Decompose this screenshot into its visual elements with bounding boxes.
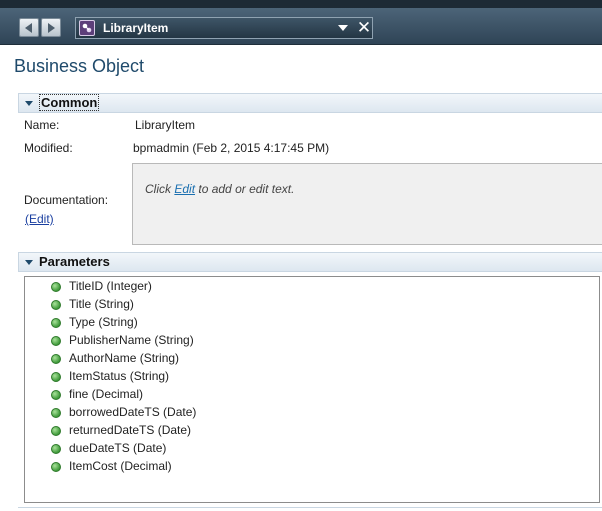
section-divider [18, 507, 602, 508]
parameter-item[interactable]: AuthorName (String) [25, 350, 425, 368]
parameter-item[interactable]: PublisherName (String) [25, 332, 425, 350]
parameter-status-icon [51, 462, 61, 472]
parameter-item[interactable]: fine (Decimal) [25, 386, 425, 404]
parameters-section-header[interactable]: Parameters [18, 252, 602, 272]
parameter-status-icon [51, 336, 61, 346]
page-title: Business Object [14, 56, 145, 76]
documentation-placeholder-suffix: to add or edit text. [195, 182, 295, 196]
common-section-header[interactable]: Common [18, 93, 602, 113]
documentation-placeholder-prefix: Click [145, 182, 175, 196]
parameters-list-box[interactable]: TitleID (Integer) Title (String) Type (S… [24, 276, 600, 503]
parameter-item[interactable]: ItemCost (Decimal) [25, 458, 425, 476]
parameter-status-icon [51, 354, 61, 364]
parameter-label: PublisherName (String) [69, 333, 194, 347]
modified-value: bpmadmin (Feb 2, 2015 4:17:45 PM) [133, 141, 330, 155]
parameter-item[interactable]: Type (String) [25, 314, 425, 332]
collapse-triangle-icon[interactable] [25, 260, 33, 265]
parameter-status-icon [51, 426, 61, 436]
documentation-placeholder: Click Edit to add or edit text. [145, 182, 294, 196]
forward-button[interactable] [41, 18, 61, 37]
parameter-item[interactable]: TitleID (Integer) [25, 278, 425, 296]
object-selector[interactable]: LibraryItem ✕ [75, 17, 373, 39]
documentation-inline-edit-link[interactable]: Edit [174, 182, 195, 196]
documentation-box[interactable]: Click Edit to add or edit text. [132, 163, 602, 245]
parameter-label: ItemStatus (String) [69, 369, 170, 383]
selected-object-label: LibraryItem [103, 21, 169, 35]
name-label: Name: [24, 118, 60, 132]
parameter-label: borrowedDateTS (Date) [69, 405, 197, 419]
parameter-item[interactable]: Title (String) [25, 296, 425, 314]
parameter-status-icon [51, 390, 61, 400]
modified-label: Modified: [24, 141, 73, 155]
parameters-section-title: Parameters [39, 254, 110, 269]
name-value: LibraryItem [135, 118, 196, 132]
parameter-status-icon [51, 318, 61, 328]
parameter-status-icon [51, 282, 61, 292]
parameter-label: AuthorName (String) [69, 351, 180, 365]
parameter-label: dueDateTS (Date) [69, 441, 167, 455]
parameter-status-icon [51, 408, 61, 418]
back-button[interactable] [19, 18, 39, 37]
common-section-title: Common [39, 94, 100, 111]
right-arrow-icon [48, 23, 55, 33]
chevron-down-icon[interactable] [338, 25, 348, 31]
parameter-label: Title (String) [69, 297, 134, 311]
parameter-label: returnedDateTS (Date) [69, 423, 192, 437]
business-object-icon [79, 20, 95, 36]
close-icon[interactable]: ✕ [356, 19, 372, 37]
parameter-status-icon [51, 444, 61, 454]
parameter-label: fine (Decimal) [69, 387, 144, 401]
parameter-item[interactable]: dueDateTS (Date) [25, 440, 425, 458]
left-arrow-icon [25, 23, 32, 33]
parameter-status-icon [51, 300, 61, 310]
window-top-bar [0, 0, 602, 8]
parameter-label: Type (String) [69, 315, 138, 329]
documentation-edit-link[interactable]: (Edit) [25, 212, 54, 226]
documentation-label: Documentation: [24, 193, 109, 207]
editor-toolbar: LibraryItem ✕ [0, 8, 602, 45]
editor-window: LibraryItem ✕ Business Object Common Nam… [0, 0, 602, 511]
parameter-label: ItemCost (Decimal) [69, 459, 172, 473]
collapse-triangle-icon[interactable] [25, 101, 33, 106]
parameter-label: TitleID (Integer) [69, 279, 152, 293]
parameter-item[interactable]: returnedDateTS (Date) [25, 422, 425, 440]
parameter-item[interactable]: ItemStatus (String) [25, 368, 425, 386]
parameter-item[interactable]: borrowedDateTS (Date) [25, 404, 425, 422]
parameter-status-icon [51, 372, 61, 382]
